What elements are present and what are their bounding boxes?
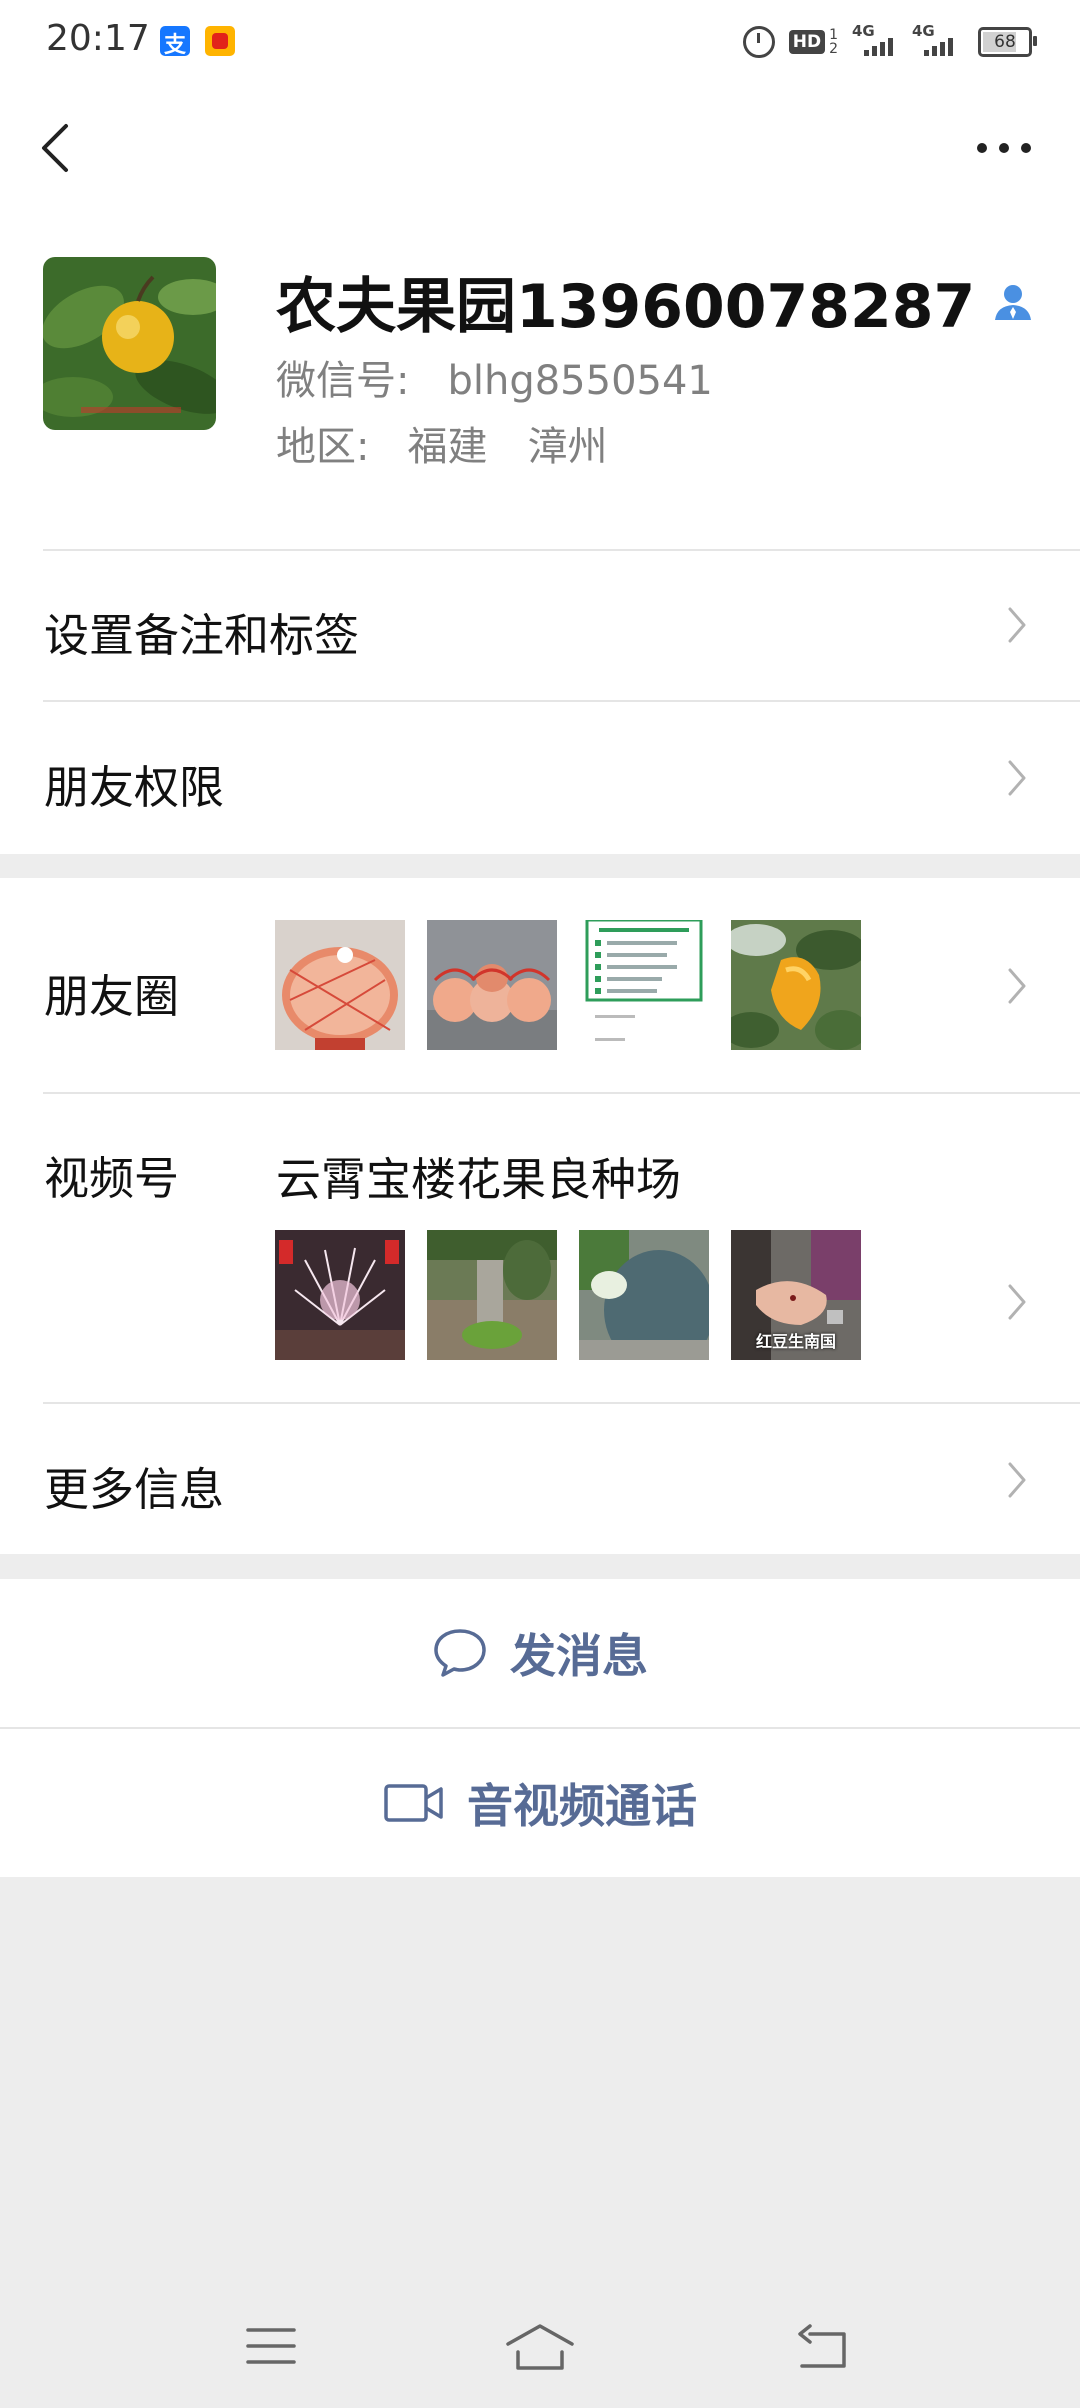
remark-row[interactable]: 设置备注和标签: [0, 551, 1080, 699]
home-icon[interactable]: [504, 2322, 576, 2374]
moments-row[interactable]: 朋友圈: [0, 878, 1080, 1092]
channels-thumbnails: 红豆生南国: [275, 1230, 861, 1360]
chevron-right-icon: [1008, 1462, 1026, 1498]
menu-icon[interactable]: [244, 2322, 298, 2372]
moments-label: 朋友圈: [44, 970, 180, 1023]
more-info-label: 更多信息: [44, 1463, 225, 1516]
region-city: 漳州: [527, 424, 608, 470]
remark-label: 设置备注和标签: [44, 609, 360, 662]
channels-thumb-caption: 红豆生南国: [755, 1332, 836, 1351]
moments-thumb: [579, 920, 709, 1050]
av-call-button[interactable]: 音视频通话: [0, 1729, 1080, 1877]
chevron-left-icon: [42, 124, 68, 172]
region-province: 福建: [407, 424, 488, 470]
battery-level: 68: [994, 32, 1016, 52]
channels-thumb: [579, 1230, 709, 1360]
status-bar: 20:17 HD 1 2 4G 4G 68: [0, 0, 1080, 84]
back-nav-icon[interactable]: [796, 2322, 850, 2372]
channels-thumb: 红豆生南国: [731, 1230, 861, 1360]
system-navigation-bar: [0, 2300, 1080, 2408]
region-label: 地区:: [276, 424, 370, 470]
permissions-label: 朋友权限: [44, 761, 225, 814]
wechat-id-line: 微信号: blhg8550541: [276, 348, 713, 406]
video-camera-icon: [384, 1784, 443, 1822]
moments-thumb: [427, 920, 557, 1050]
permissions-row[interactable]: 朋友权限: [0, 702, 1080, 852]
alarm-icon: [742, 26, 775, 58]
channels-row[interactable]: 视频号 红豆生南国: [0, 1094, 1080, 1402]
channels-thumb: [275, 1230, 405, 1360]
hd-sim-indicator: 1 2: [829, 27, 838, 57]
chevron-right-icon: [1008, 607, 1026, 643]
chat-bubble-icon: [434, 1629, 486, 1677]
channel-name: 云霄宝楼花果良种场: [276, 1153, 682, 1206]
channels-thumb: [427, 1230, 557, 1360]
send-message-label: 发消息: [510, 1629, 648, 1683]
wechat-id-value: blhg8550541: [447, 358, 713, 404]
status-indicators: HD 1 2 4G 4G 68: [742, 22, 1037, 60]
more-dots-icon: [977, 143, 1031, 153]
more-info-row[interactable]: 更多信息: [0, 1404, 1080, 1554]
moments-thumbnails: [275, 920, 861, 1050]
back-button[interactable]: [34, 118, 78, 178]
chevron-right-icon: [1008, 1284, 1026, 1320]
wechat-id-label: 微信号:: [276, 358, 410, 404]
more-button[interactable]: [974, 128, 1034, 168]
alipay-icon: [160, 26, 190, 59]
send-message-button[interactable]: 发消息: [0, 1579, 1080, 1727]
hd-badge: HD: [788, 30, 826, 54]
av-call-label: 音视频通话: [467, 1779, 697, 1833]
person-verified-icon: [995, 284, 1032, 320]
chevron-right-icon: [1008, 760, 1026, 796]
chevron-right-icon: [1008, 968, 1026, 1004]
taobao-icon: [205, 26, 235, 56]
profile-name-text: 农夫果园13960078287: [276, 272, 976, 342]
signal-icon: 4G: [852, 22, 902, 60]
avatar[interactable]: [43, 257, 216, 430]
status-time: 20:17: [46, 18, 150, 59]
signal-icon-2: 4G: [912, 22, 962, 60]
channels-label: 视频号: [44, 1152, 180, 1205]
profile-name: 农夫果园13960078287: [276, 258, 1035, 345]
moments-thumb: [275, 920, 405, 1050]
battery-icon: 68: [978, 27, 1037, 57]
moments-thumb: [731, 920, 861, 1050]
region-line: 地区: 福建 漳州: [276, 414, 607, 472]
